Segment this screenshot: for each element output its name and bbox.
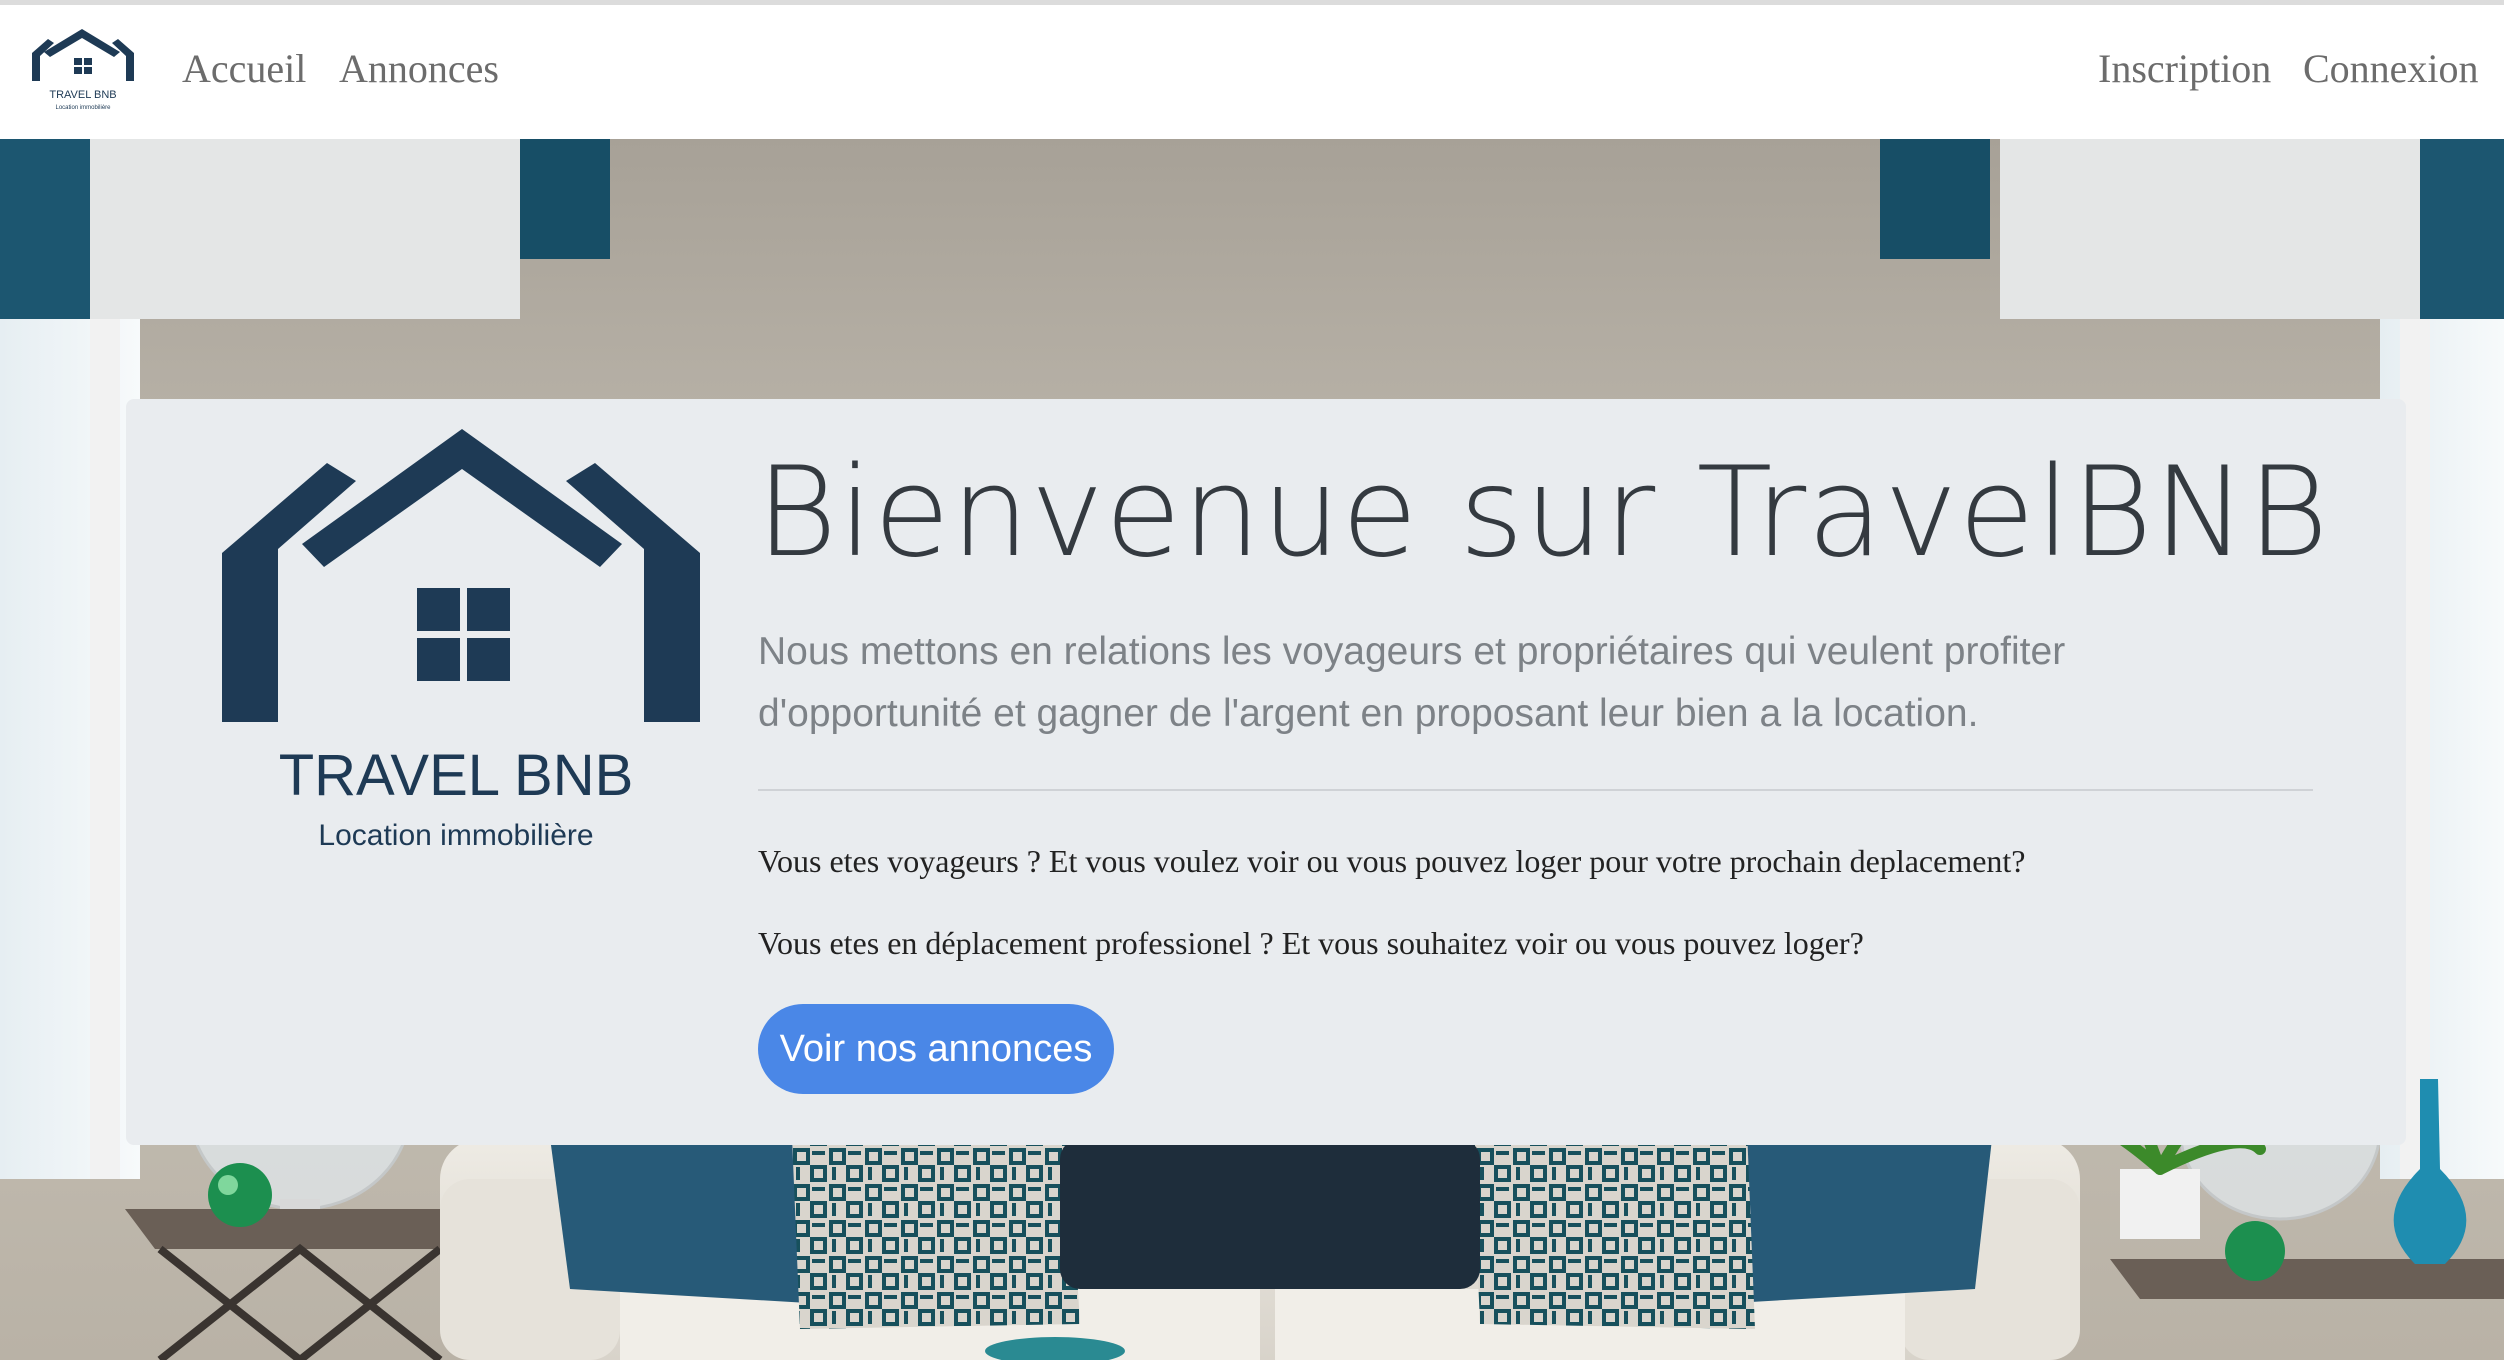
page-title: Bienvenue sur TravelBNB: [756, 441, 2330, 585]
hero-logo: TRAVEL BNB Location immobilière: [216, 429, 706, 869]
lead-text: Nous mettons en relations les voyageurs …: [758, 630, 2066, 735]
hero-logo-brand: TRAVEL BNB: [279, 743, 634, 808]
nav-logo-tagline: Location immobilière: [55, 105, 111, 111]
brand-logo[interactable]: TRAVEL BNB Location immobilière: [30, 29, 136, 119]
hero-logo-tagline: Location immobilière: [318, 819, 593, 852]
nav-logo-brand: TRAVEL BNB: [49, 89, 116, 101]
business-travel-text: Vous etes en déplacement professionel ? …: [758, 925, 1864, 961]
nav-link-annonces[interactable]: Annonces: [339, 45, 499, 92]
house-logo-icon: TRAVEL BNB Location immobilière: [32, 29, 134, 111]
divider: [758, 789, 2313, 791]
nav-link-inscription[interactable]: Inscription: [2098, 45, 2271, 92]
nav-link-connexion[interactable]: Connexion: [2303, 45, 2479, 92]
nav-link-accueil[interactable]: Accueil: [182, 45, 306, 92]
view-listings-button[interactable]: Voir nos annonces: [758, 1004, 1114, 1094]
travelers-text: Vous etes voyageurs ? Et vous voulez voi…: [758, 843, 2026, 879]
hero-section: TRAVEL BNB Location immobilière Bienvenu…: [0, 139, 2504, 1360]
navbar: TRAVEL BNB Location immobilière Accueil …: [0, 5, 2504, 139]
welcome-card: TRAVEL BNB Location immobilière Bienvenu…: [126, 399, 2406, 1145]
house-logo-icon: TRAVEL BNB Location immobilière: [222, 429, 700, 852]
